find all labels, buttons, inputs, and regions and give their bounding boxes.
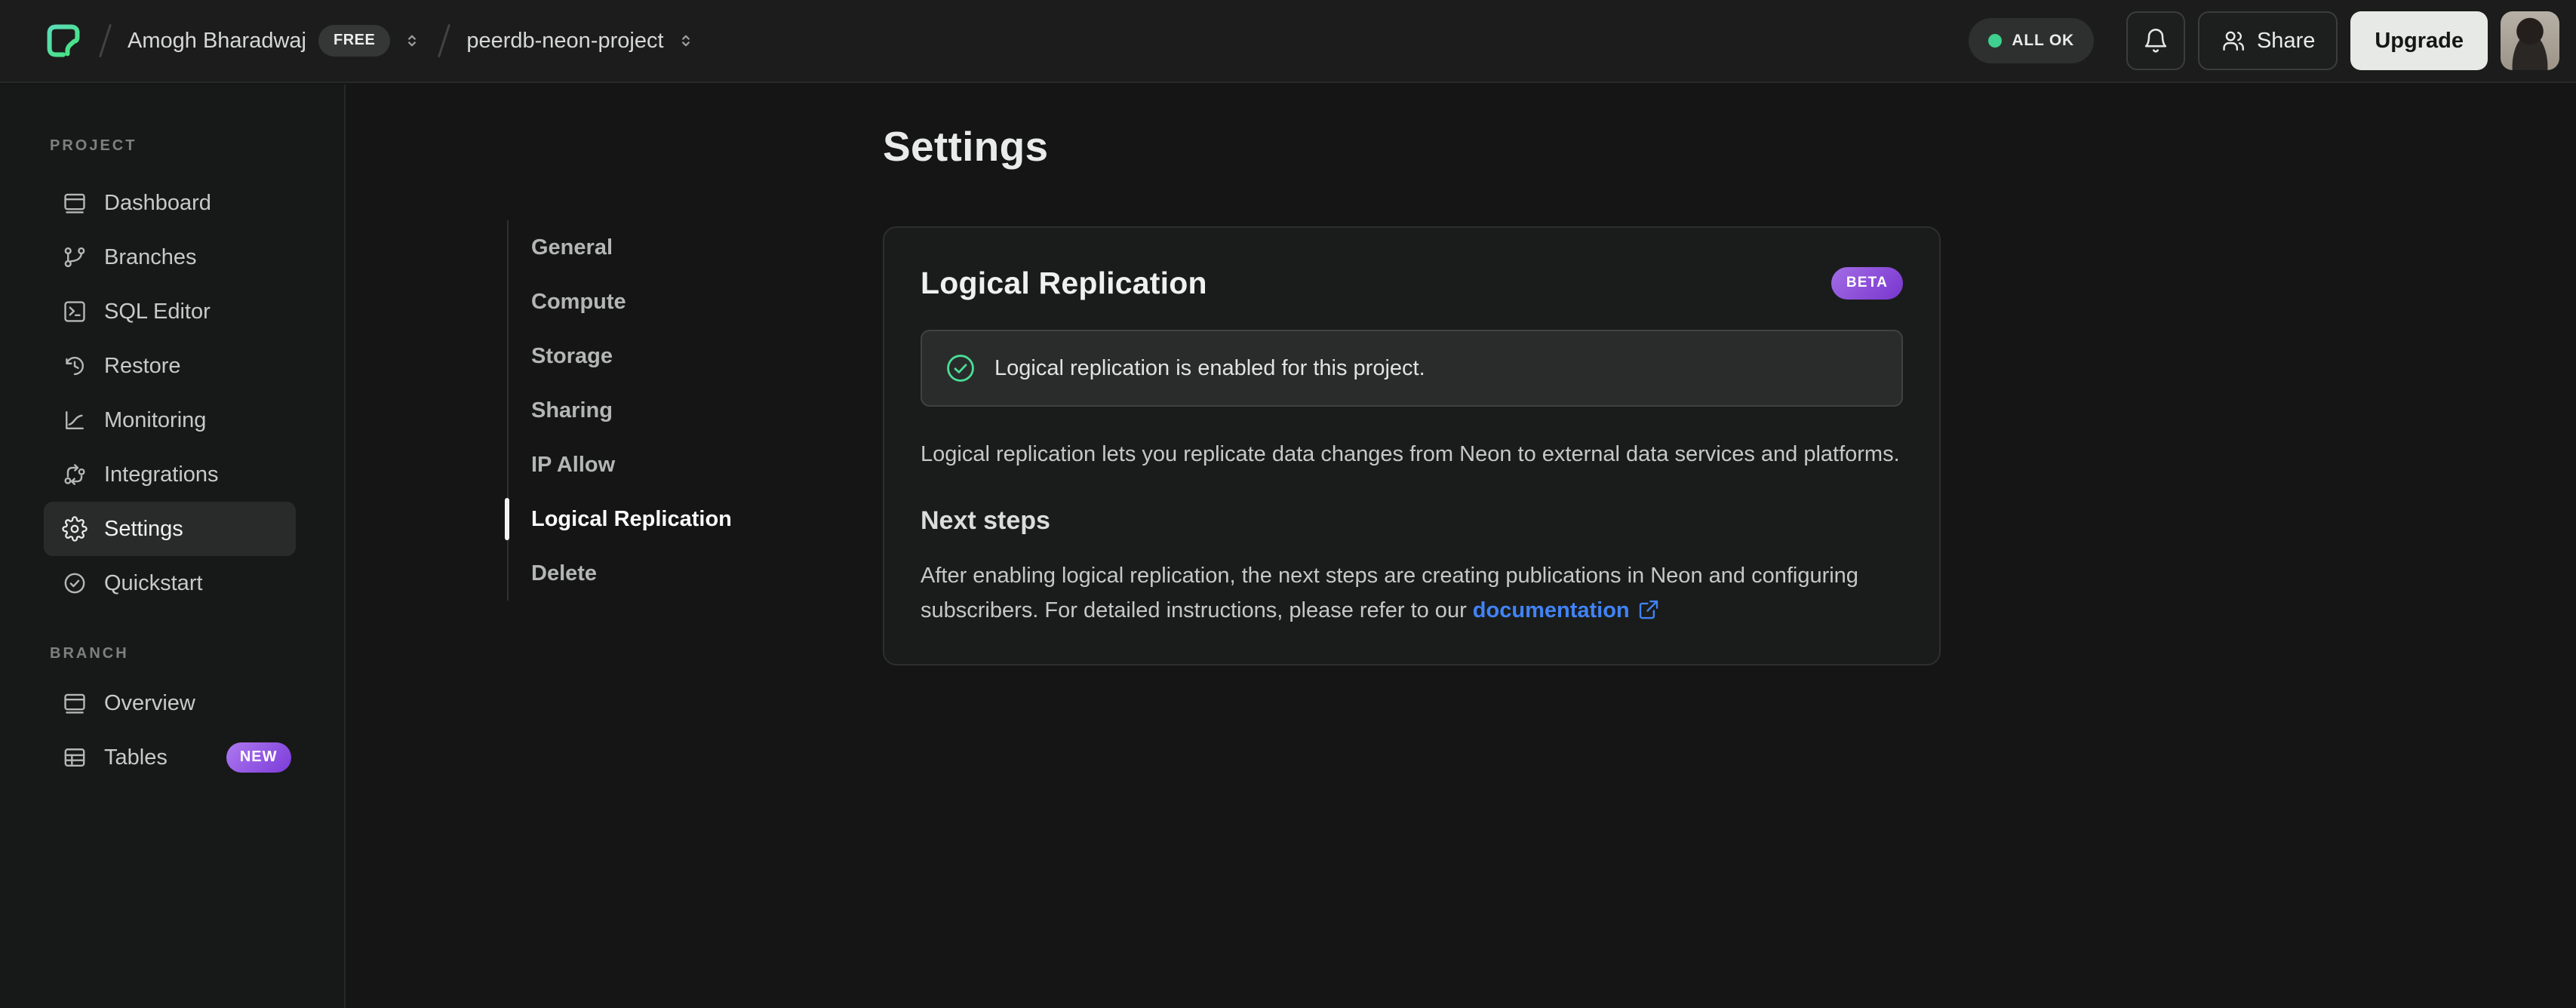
sidebar-item-label: Dashboard	[104, 190, 211, 215]
settings-nav-compute[interactable]: Compute	[509, 275, 732, 329]
status-badge[interactable]: ALL OK	[1969, 18, 2094, 63]
sidebar-item-label: Quickstart	[104, 570, 203, 595]
breadcrumb: Amogh Bharadwaj FREE peerdb-neon-project	[44, 21, 696, 60]
sidebar-item-label: Restore	[104, 353, 181, 378]
status-text: ALL OK	[2012, 32, 2074, 49]
notifications-button[interactable]	[2126, 11, 2185, 70]
upgrade-button[interactable]: Upgrade	[2350, 11, 2488, 70]
branch-section-label: BRANCH	[50, 645, 129, 662]
card-header: Logical Replication BETA	[921, 266, 1903, 301]
integrations-icon	[62, 462, 88, 487]
project-nav-list: Dashboard Branches SQL Editor Restore Mo…	[0, 176, 344, 610]
settings-nav-logical-replication[interactable]: Logical Replication	[505, 492, 732, 546]
branches-icon	[62, 244, 88, 270]
check-circle-icon	[62, 570, 88, 596]
logical-replication-card: Logical Replication BETA Logical replica…	[883, 226, 1941, 665]
beta-badge: BETA	[1831, 267, 1903, 300]
sidebar-item-label: Integrations	[104, 462, 219, 487]
plan-badge: FREE	[318, 25, 391, 57]
sidebar-item-label: Monitoring	[104, 407, 207, 432]
check-circle-icon	[945, 352, 976, 384]
chevron-updown-icon	[676, 31, 696, 51]
settings-nav-delete[interactable]: Delete	[509, 546, 732, 601]
org-switcher[interactable]: Amogh Bharadwaj FREE	[128, 25, 422, 57]
card-title: Logical Replication	[921, 266, 1207, 300]
project-switcher[interactable]: peerdb-neon-project	[466, 29, 695, 54]
sidebar-item-label: Overview	[104, 690, 195, 715]
sidebar-item-label: Settings	[104, 516, 183, 541]
topbar-actions: ALL OK Share Upgrade	[1969, 11, 2559, 70]
next-steps-text: After enabling logical replication, the …	[921, 558, 1903, 628]
success-alert: Logical replication is enabled for this …	[921, 330, 1903, 407]
neon-logo[interactable]	[44, 21, 83, 60]
restore-icon	[62, 353, 88, 379]
settings-nav-ip-allow[interactable]: IP Allow	[509, 438, 732, 492]
sidebar-item-integrations[interactable]: Integrations	[44, 447, 296, 502]
page-title: Settings	[883, 123, 1049, 170]
share-label: Share	[2256, 28, 2316, 53]
bell-icon	[2144, 29, 2167, 53]
new-badge: NEW	[226, 742, 291, 773]
breadcrumb-separator	[98, 23, 112, 58]
sidebar-item-quickstart[interactable]: Quickstart	[44, 556, 296, 610]
sidebar-item-monitoring[interactable]: Monitoring	[44, 393, 296, 447]
sidebar-item-label: Branches	[104, 244, 197, 269]
next-steps-text-body: After enabling logical replication, the …	[921, 564, 1858, 622]
alert-text: Logical replication is enabled for this …	[994, 355, 1425, 380]
sidebar-item-sql-editor[interactable]: SQL Editor	[44, 284, 296, 339]
documentation-link[interactable]: documentation	[1473, 598, 1660, 622]
external-link-icon	[1639, 600, 1658, 619]
breadcrumb-separator	[438, 23, 451, 58]
settings-nav-general[interactable]: General	[509, 220, 732, 275]
neon-logo-icon	[47, 24, 80, 57]
dashboard-icon	[62, 190, 88, 216]
gear-icon	[62, 516, 88, 542]
branch-nav-list: Overview Tables NEW	[0, 676, 344, 785]
next-steps-title: Next steps	[921, 506, 1050, 535]
overview-icon	[62, 690, 88, 716]
settings-nav: General Compute Storage Sharing IP Allow…	[505, 220, 732, 601]
main-content: Settings General Compute Storage Sharing…	[347, 85, 2576, 1008]
project-section-label: PROJECT	[50, 137, 137, 154]
avatar[interactable]	[2501, 11, 2559, 70]
share-button[interactable]: Share	[2197, 11, 2338, 70]
sidebar-item-dashboard[interactable]: Dashboard	[44, 176, 296, 230]
sql-editor-icon	[62, 299, 88, 324]
sidebar-item-label: Tables	[104, 745, 168, 770]
org-name: Amogh Bharadwaj	[128, 28, 306, 53]
status-dot-icon	[1988, 34, 2003, 48]
sidebar: PROJECT Dashboard Branches SQL Editor Re…	[0, 85, 346, 1008]
sidebar-item-settings[interactable]: Settings	[44, 502, 296, 556]
sidebar-item-tables[interactable]: Tables NEW	[44, 730, 296, 785]
topbar: Amogh Bharadwaj FREE peerdb-neon-project	[0, 0, 2576, 83]
sidebar-item-restore[interactable]: Restore	[44, 339, 296, 393]
sidebar-item-overview[interactable]: Overview	[44, 676, 296, 730]
documentation-link-label: documentation	[1472, 598, 1630, 622]
sidebar-item-label: SQL Editor	[104, 299, 211, 324]
tables-icon	[62, 745, 88, 770]
chevron-updown-icon	[402, 31, 422, 51]
card-description: Logical replication lets you replicate d…	[921, 442, 1900, 466]
settings-nav-storage[interactable]: Storage	[509, 329, 732, 383]
app-root: Amogh Bharadwaj FREE peerdb-neon-project	[0, 0, 2576, 1008]
settings-nav-sharing[interactable]: Sharing	[509, 383, 732, 438]
users-icon	[2223, 31, 2244, 51]
monitoring-icon	[62, 407, 88, 433]
project-name: peerdb-neon-project	[466, 28, 664, 53]
sidebar-item-branches[interactable]: Branches	[44, 230, 296, 284]
